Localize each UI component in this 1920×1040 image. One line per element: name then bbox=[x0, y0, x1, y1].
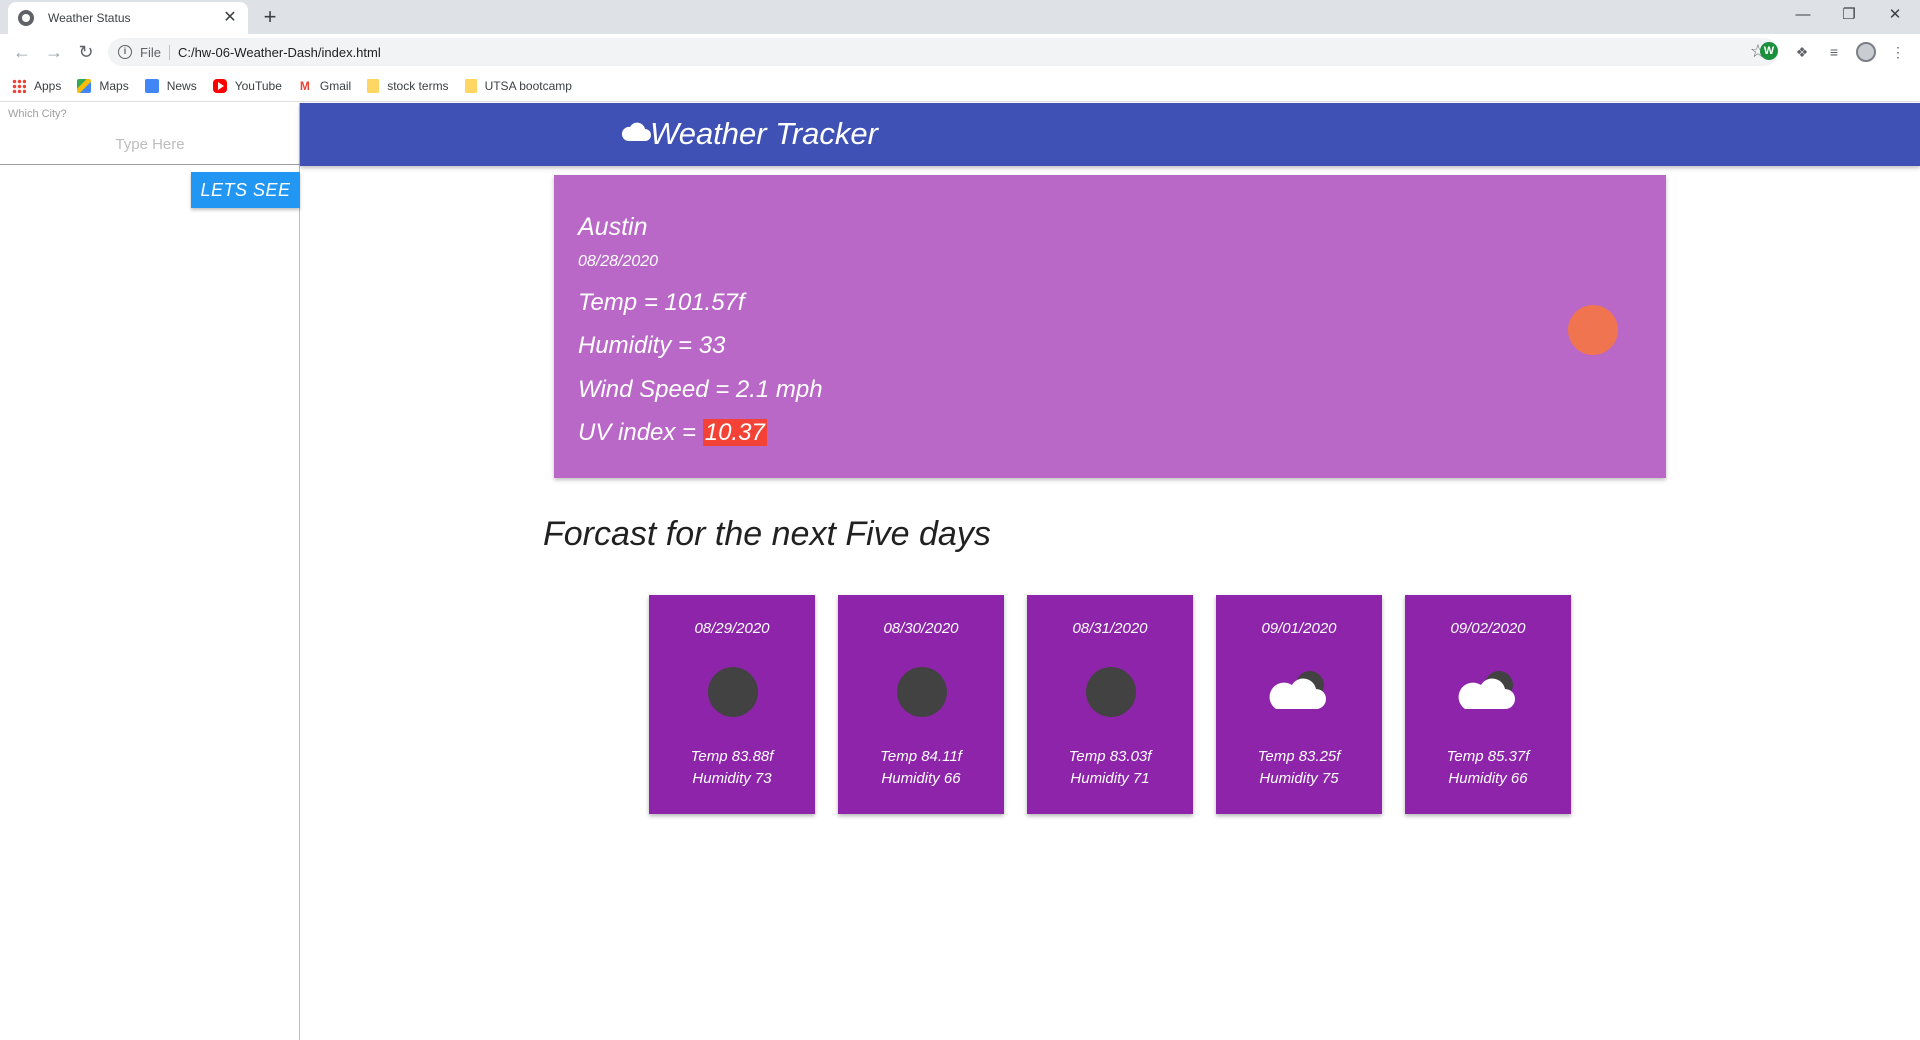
city-label: Which City? bbox=[8, 108, 67, 120]
moon-icon bbox=[1086, 667, 1136, 717]
current-city: Austin bbox=[578, 213, 648, 241]
news-icon bbox=[144, 78, 159, 93]
cloud-night-icon bbox=[1458, 671, 1515, 709]
forecast-temp: Temp 83.03f bbox=[1068, 748, 1152, 765]
forecast-date: 08/31/2020 bbox=[1072, 620, 1148, 637]
uv-label: UV index = bbox=[578, 419, 703, 446]
bookmarks-bar: Apps Maps News YouTube M Gmail stock term… bbox=[0, 70, 1920, 102]
address-bar[interactable]: i File C:/hw-06-Weather-Dash/index.html … bbox=[108, 38, 1778, 66]
globe-icon bbox=[18, 10, 34, 26]
browser-toolbar: ← → ↻ i File C:/hw-06-Weather-Dash/index… bbox=[0, 34, 1920, 70]
forecast-date: 08/30/2020 bbox=[883, 620, 959, 637]
search-sidebar: Which City? LETS SEE bbox=[0, 103, 300, 1040]
address-url: C:/hw-06-Weather-Dash/index.html bbox=[177, 44, 381, 60]
browser-tab[interactable]: Weather Status ✕ bbox=[8, 2, 248, 34]
forecast-heading: Forcast for the next Five days bbox=[543, 515, 991, 553]
bookmark-label: YouTube bbox=[234, 78, 282, 93]
minimize-button[interactable]: — bbox=[1780, 0, 1826, 30]
forecast-humidity: Humidity 66 bbox=[1448, 770, 1528, 787]
bookmark-label: stock terms bbox=[387, 78, 449, 93]
folder-icon bbox=[367, 78, 380, 93]
maps-icon bbox=[77, 78, 92, 93]
new-tab-button[interactable]: + bbox=[258, 5, 282, 29]
current-temp: Temp = 101.57f bbox=[578, 289, 745, 316]
forecast-card: 08/30/2020 Temp 84.11f Humidity 66 bbox=[838, 595, 1004, 814]
sun-icon bbox=[1568, 305, 1618, 355]
page-title: Weather Tracker bbox=[650, 116, 878, 151]
bookmark-label: Maps bbox=[99, 78, 129, 93]
forecast-card: 09/02/2020 Temp 85.37f Humidity 66 bbox=[1405, 595, 1571, 814]
moon-icon bbox=[708, 667, 758, 717]
forecast-temp: Temp 83.88f bbox=[690, 748, 774, 765]
lets-see-button[interactable]: LETS SEE bbox=[191, 172, 300, 208]
menu-kebab-icon[interactable]: ⋮ bbox=[1888, 42, 1908, 62]
reading-list-icon[interactable]: ≡ bbox=[1824, 42, 1844, 62]
uv-badge: 10.37 bbox=[702, 419, 767, 446]
cloud-icon bbox=[621, 122, 651, 141]
address-scheme: File bbox=[140, 44, 170, 60]
app-header: Weather Tracker bbox=[300, 103, 1920, 166]
close-tab-icon[interactable]: ✕ bbox=[222, 10, 238, 26]
bookmark-news[interactable]: News bbox=[144, 78, 197, 93]
forecast-date: 09/01/2020 bbox=[1261, 620, 1337, 637]
bookmark-stock-terms[interactable]: stock terms bbox=[367, 78, 449, 93]
forecast-date: 08/29/2020 bbox=[694, 620, 770, 637]
current-uv: UV index = 10.37 bbox=[578, 419, 767, 447]
bookmark-maps[interactable]: Maps bbox=[77, 78, 129, 93]
profile-avatar[interactable] bbox=[1856, 42, 1876, 62]
extensions-puzzle-icon[interactable]: ❖ bbox=[1792, 42, 1812, 62]
bookmark-label: Apps bbox=[34, 78, 62, 93]
current-date: 08/28/2020 bbox=[578, 253, 659, 270]
youtube-icon bbox=[212, 78, 227, 93]
reload-button[interactable]: ↻ bbox=[74, 40, 98, 64]
bookmark-label: Gmail bbox=[319, 78, 352, 93]
bookmark-utsa-bootcamp[interactable]: UTSA bootcamp bbox=[464, 78, 572, 93]
forecast-temp: Temp 84.11f bbox=[880, 748, 962, 765]
bookmark-gmail[interactable]: M Gmail bbox=[298, 79, 351, 93]
apps-icon bbox=[12, 78, 26, 93]
forecast-humidity: Humidity 66 bbox=[881, 770, 961, 787]
forecast-card: 08/31/2020 Temp 83.03f Humidity 71 bbox=[1027, 595, 1193, 814]
moon-icon bbox=[897, 667, 947, 717]
info-icon[interactable]: i bbox=[118, 45, 132, 59]
bookmark-youtube[interactable]: YouTube bbox=[212, 78, 282, 93]
current-wind: Wind Speed = 2.1 mph bbox=[578, 376, 823, 403]
close-window-button[interactable]: ✕ bbox=[1872, 0, 1918, 30]
tab-title: Weather Status bbox=[48, 11, 131, 25]
forecast-card: 09/01/2020 Temp 83.25f Humidity 75 bbox=[1216, 595, 1382, 814]
browser-tab-bar: Weather Status ✕ + — ❐ ✕ bbox=[0, 0, 1920, 34]
current-weather-card: Austin 08/28/2020 Temp = 101.57f Humidit… bbox=[554, 175, 1666, 478]
city-search-input[interactable] bbox=[0, 125, 300, 165]
forecast-humidity: Humidity 73 bbox=[692, 770, 772, 787]
extension-w-icon[interactable]: W bbox=[1760, 42, 1780, 62]
forecast-humidity: Humidity 75 bbox=[1259, 770, 1339, 787]
current-humidity: Humidity = 33 bbox=[578, 332, 726, 359]
forecast-humidity: Humidity 71 bbox=[1070, 770, 1150, 787]
forecast-temp: Temp 85.37f bbox=[1446, 748, 1530, 765]
bookmark-label: News bbox=[166, 78, 197, 93]
back-button[interactable]: ← bbox=[10, 40, 34, 64]
folder-icon bbox=[464, 78, 477, 93]
forecast-card: 08/29/2020 Temp 83.88f Humidity 73 bbox=[649, 595, 815, 814]
gmail-icon: M bbox=[299, 78, 310, 93]
cloud-night-icon bbox=[1269, 671, 1326, 709]
forecast-temp: Temp 83.25f bbox=[1257, 748, 1341, 765]
forward-button[interactable]: → bbox=[42, 40, 66, 64]
bookmark-label: UTSA bootcamp bbox=[484, 78, 572, 93]
restore-button[interactable]: ❐ bbox=[1826, 0, 1872, 30]
bookmark-apps[interactable]: Apps bbox=[12, 78, 62, 93]
forecast-date: 09/02/2020 bbox=[1450, 620, 1526, 637]
